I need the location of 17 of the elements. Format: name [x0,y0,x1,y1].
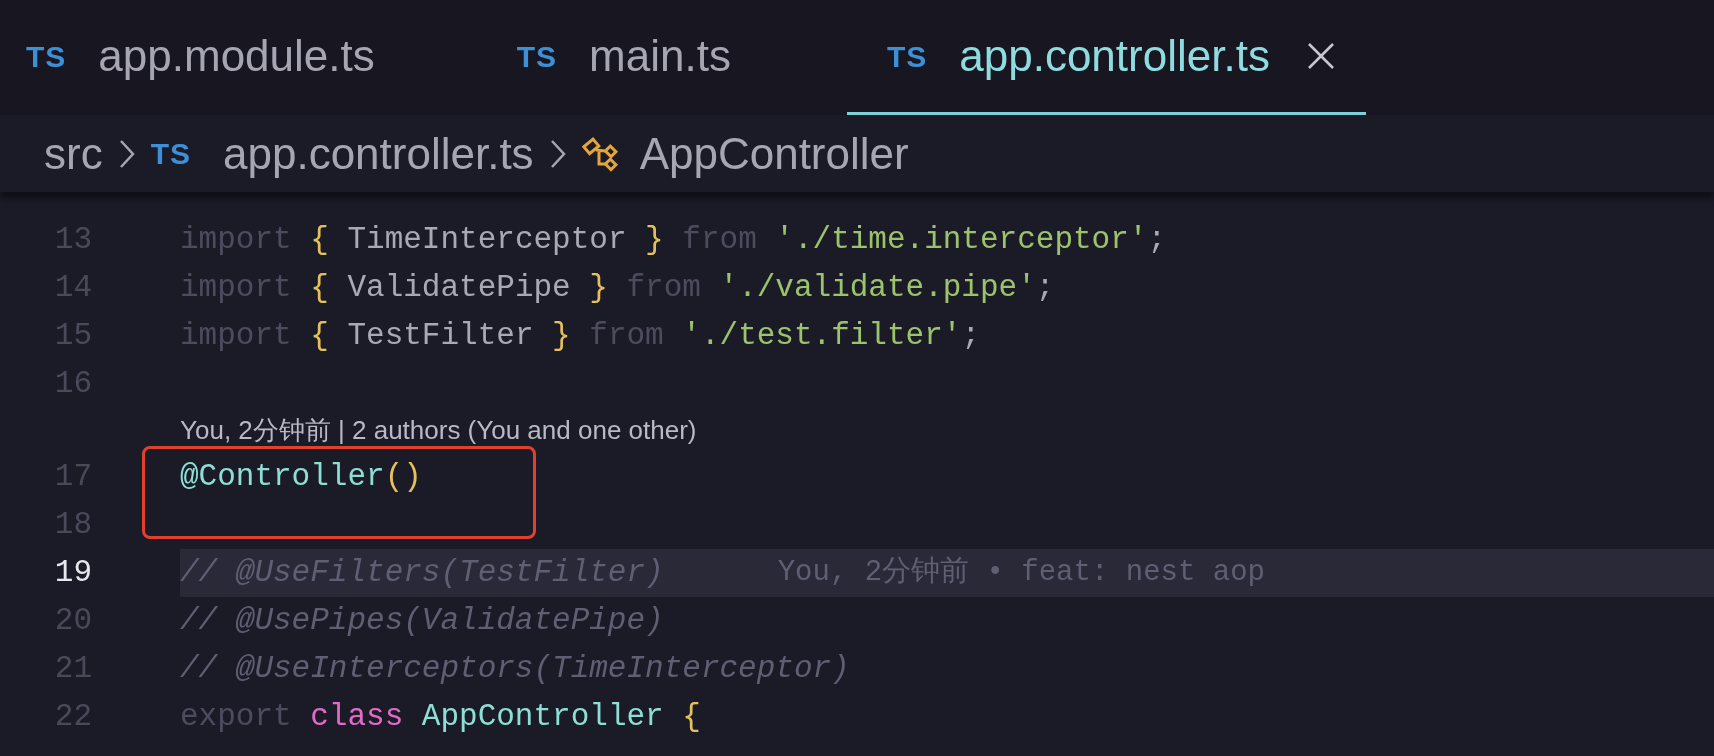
code-line: // @UsePipes(ValidatePipe) [180,601,664,640]
typescript-file-icon: TS [150,131,191,176]
git-blame-annotation: You, 2分钟前 • feat: nest aop [777,555,1265,592]
typescript-file-icon: TS [26,33,67,79]
typescript-file-icon: TS [886,33,928,79]
breadcrumb-item[interactable]: AppController [639,120,909,187]
code-line: @Controller() [180,457,422,496]
line-number: 19 [53,553,92,592]
code-line: // @UseFilters(TestFilter) [180,553,664,592]
editor-tab[interactable]: TS main.ts [490,0,847,115]
breadcrumb-item[interactable]: src [44,120,103,187]
codelens-text[interactable]: You, 2分钟前 | 2 authors (You and one other) [180,411,697,450]
typescript-file-icon: TS [516,33,558,79]
code-line: // @UseInterceptors(TimeInterceptor) [180,649,850,688]
breadcrumb-item[interactable]: app.controller.ts [223,120,534,187]
editor-tab[interactable]: TS app.module.ts [0,0,491,115]
close-icon[interactable] [1305,41,1336,71]
